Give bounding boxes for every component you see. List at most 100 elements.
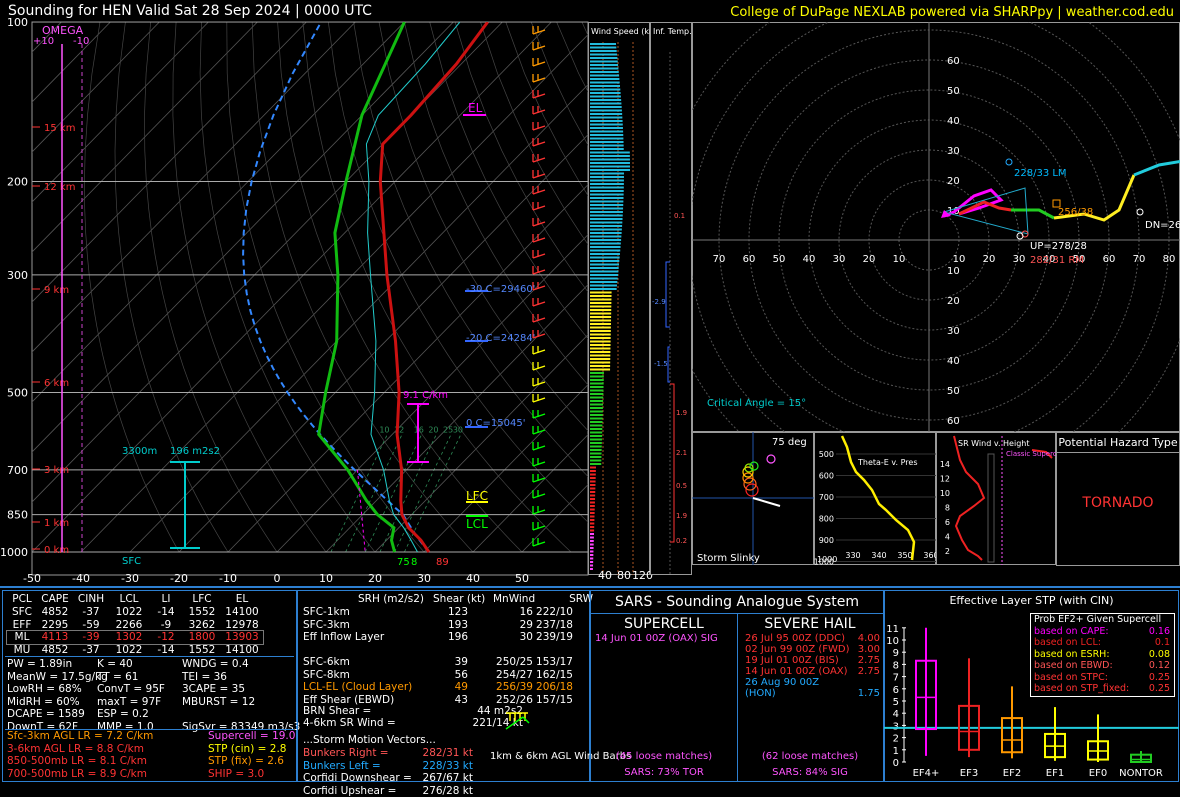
stp-y-tick: 4 bbox=[893, 709, 899, 720]
hodo-tick-h: 30 bbox=[833, 254, 846, 265]
svg-text:0.1: 0.1 bbox=[674, 212, 685, 220]
stp-legend-row: based on LCL:0.1 bbox=[1034, 637, 1174, 649]
height-label: 1 km bbox=[44, 518, 69, 529]
lm-label: 228/33 LM bbox=[1014, 168, 1067, 179]
mean-wind-label: 256/38 bbox=[1058, 207, 1093, 218]
wind-barb bbox=[533, 106, 545, 114]
height-label: 6 km bbox=[44, 378, 69, 389]
stp-legend-row: based on STP_fixed:0.25 bbox=[1034, 683, 1174, 695]
lapse-rate-1: 3-6km AGL LR = 8.8 C/km bbox=[7, 743, 153, 756]
index-row: MeanW = 17.5g/kgTT = 61TEI = 36 bbox=[7, 671, 292, 684]
stp-y-tick: 7 bbox=[893, 673, 899, 684]
parcel-panel: PCLCAPECINHLCLLILFCEL SFC4852-371022-141… bbox=[2, 590, 297, 782]
stp-y-tick: 2 bbox=[893, 734, 899, 745]
temp-tick: -50 bbox=[23, 572, 41, 585]
dry-adiabat bbox=[115, 22, 228, 552]
tadv-title: Inf. Temp. Adv. (C/hr) bbox=[653, 27, 692, 36]
stp-category: EF0 bbox=[1089, 768, 1107, 779]
pressure-tick: 1000 bbox=[0, 546, 28, 559]
slinky-title: Storm Slinky bbox=[697, 553, 760, 564]
hail-sars: SARS: 84% SIG bbox=[737, 767, 883, 778]
theta-e-p-tick: 900 bbox=[819, 536, 834, 545]
m30-label: -30 C=29460' bbox=[466, 284, 535, 295]
supercell-title: SUPERCELL bbox=[591, 616, 737, 632]
stp-y-tick: 9 bbox=[893, 648, 899, 659]
height-label: 12 km bbox=[44, 182, 75, 193]
parcel-row: SFC4852-371022-14155214100 bbox=[7, 606, 263, 619]
wind-barb bbox=[533, 410, 545, 418]
srwind-tick: 2 bbox=[945, 547, 950, 556]
hodo-tick-h: 80 bbox=[1163, 254, 1176, 265]
hail-match: 26 Jul 95 00Z (DDC)4.00 bbox=[745, 633, 880, 644]
hail-title: SEVERE HAIL bbox=[737, 616, 883, 632]
kinematic-row: LCL-EL (Cloud Layer)49256/39206/18 bbox=[303, 681, 573, 694]
sars-title: SARS - Sounding Analogue System bbox=[591, 594, 883, 610]
index-row: DCAPE = 1589ESP = 0.2 bbox=[7, 708, 292, 721]
theta-e-panel: 50060070080090010003303403503601000 Thet… bbox=[814, 432, 936, 565]
wind-barb bbox=[533, 58, 545, 66]
srwind-tick: 14 bbox=[940, 460, 950, 469]
isotherm bbox=[0, 22, 257, 552]
srwind-tick: 10 bbox=[940, 489, 950, 498]
hodo-tick-h: 20 bbox=[983, 254, 996, 265]
wind-barb bbox=[533, 42, 545, 50]
srwind-title: SR Wind v. Height bbox=[958, 439, 1029, 448]
hodo-tick-v: 20 bbox=[947, 176, 960, 187]
hodo-tick-v: 30 bbox=[947, 146, 960, 157]
svg-text:1.9: 1.9 bbox=[676, 409, 687, 417]
m20-label: -20 C=24284' bbox=[466, 333, 535, 344]
stp-y-tick: 10 bbox=[886, 636, 899, 647]
hodo-tick-v: 60 bbox=[947, 416, 960, 427]
storm-motion-row: Bunkers Right =282/31 kt bbox=[303, 747, 473, 760]
stp-legend-row: based on ESRH:0.08 bbox=[1034, 649, 1174, 661]
hodo-tick-v: 40 bbox=[947, 356, 960, 367]
hodo-tick-v: 30 bbox=[947, 326, 960, 337]
temp-adv-panel: Inf. Temp. Adv. (C/hr) 0.1 -2.9 -1.5 1.9… bbox=[650, 22, 692, 575]
stp-legend-title: Prob EF2+ Given Supercell bbox=[1031, 614, 1174, 626]
hodo-tick-h: 40 bbox=[803, 254, 816, 265]
stp-y-tick: 0 bbox=[893, 758, 899, 769]
supercell-match-0: 14 Jun 01 00Z (OAX) SIG bbox=[595, 633, 718, 644]
mix-label: 10 bbox=[379, 425, 389, 434]
supercell-loose: (45 loose matches) bbox=[591, 751, 737, 762]
pressure-tick: 700 bbox=[7, 464, 28, 477]
parcel-row: MU4852-371022-14155214100 bbox=[7, 644, 263, 657]
lapse-label: 9.1 C/km bbox=[403, 390, 448, 401]
hazard-title: Potential Hazard Type bbox=[1057, 433, 1179, 453]
srwind-tick: 8 bbox=[945, 504, 950, 513]
hodo-tick-h: 70 bbox=[1133, 254, 1146, 265]
kinematic-row: SFC-1km12316222/10 bbox=[303, 606, 573, 619]
hazard-value: TORNADO bbox=[1057, 495, 1179, 511]
wind-barb bbox=[533, 458, 545, 466]
hodo-tick-v: 10 bbox=[947, 266, 960, 277]
supercell-sars: SARS: 73% TOR bbox=[591, 767, 737, 778]
isotherm bbox=[0, 22, 502, 552]
stp-fix-comp: STP (fix) = 2.6 bbox=[208, 755, 295, 768]
wind-barb bbox=[533, 250, 545, 258]
theta-e-p-tick: 700 bbox=[819, 493, 834, 502]
index-row: LowRH = 68%ConvT = 95F3CAPE = 35 bbox=[7, 683, 292, 696]
hodo-tick-v: 40 bbox=[947, 116, 960, 127]
hodo-tick-h: 70 bbox=[713, 254, 726, 265]
temp-tick: 40 bbox=[466, 572, 480, 585]
speed-tick-80: 80 bbox=[617, 569, 631, 582]
temp-tick: -10 bbox=[219, 572, 237, 585]
wetbulb-line bbox=[366, 22, 460, 552]
wind-barb bbox=[533, 26, 545, 34]
stp-y-tick: 1 bbox=[893, 746, 899, 757]
bottom-separator bbox=[0, 586, 1180, 588]
mix-label: 12 bbox=[394, 425, 404, 434]
credit-text: College of DuPage NEXLAB powered via SHA… bbox=[730, 5, 1174, 20]
stp-y-tick: 8 bbox=[893, 660, 899, 671]
hodograph: 6050403020101020304050607060504030201010… bbox=[692, 22, 1180, 432]
wind-barb bbox=[533, 298, 545, 306]
skewt-chart: 101216202530 1002003005007008501000 -50-… bbox=[0, 0, 600, 590]
omega-tick-neg: -10 bbox=[73, 36, 89, 47]
sfc-t-label: 89 bbox=[436, 557, 449, 568]
wind-barb bbox=[533, 186, 545, 194]
theta-e-p-tick: 800 bbox=[819, 515, 834, 524]
storm-slinky: 75 deg Storm Slinky bbox=[692, 432, 814, 565]
stp-legend-row: based on CAPE:0.16 bbox=[1034, 626, 1174, 638]
wind-barb bbox=[533, 154, 545, 162]
temp-tick: -40 bbox=[72, 572, 90, 585]
